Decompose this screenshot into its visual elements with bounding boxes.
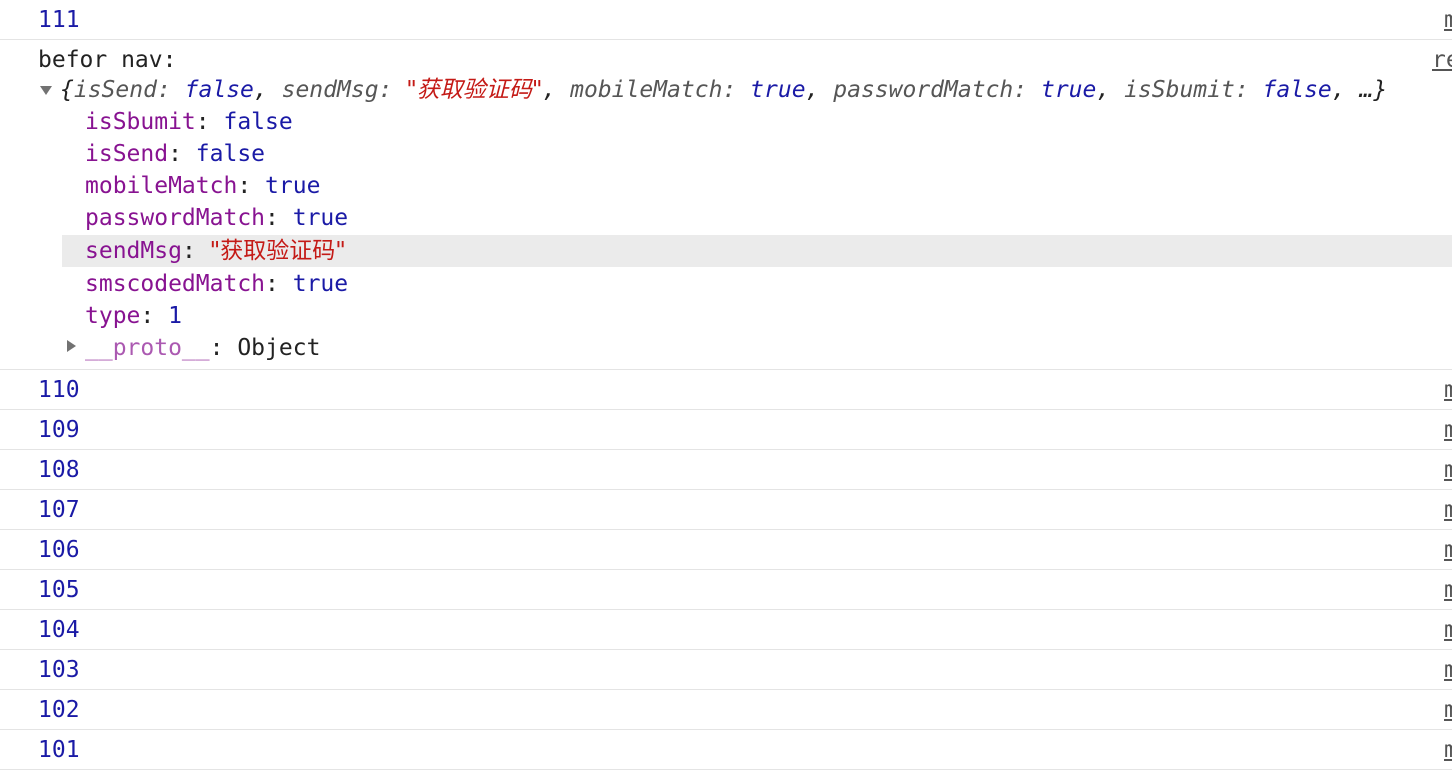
console-message: 111 m [0,0,1452,40]
log-value: 110 [38,376,80,403]
console-panel: 111 m befor nav: re {isSend: false, send… [0,0,1452,770]
log-value: 101 [38,736,80,763]
console-message: 102 m [0,690,1452,730]
console-message: 103 m [0,650,1452,690]
source-link[interactable]: m [1444,656,1452,684]
source-link[interactable]: m [1444,576,1452,604]
preview-ellipsis: …} [1359,77,1388,103]
source-link[interactable]: m [1444,496,1452,524]
property-value: true [265,173,321,199]
property-value: false [223,109,293,135]
property-key: isSbumit [85,109,196,135]
property-key: passwordMatch [85,205,266,231]
property-key: mobileMatch [85,173,238,199]
source-link[interactable]: m [1444,696,1452,724]
property-row[interactable]: smscodedMatch: true [85,270,348,298]
object-preview[interactable]: {isSend: false, sendMsg: "获取验证码", mobile… [60,76,1387,104]
property-value: "获取验证码" [209,238,346,264]
log-value: 102 [38,696,80,723]
source-link[interactable]: m [1444,376,1452,404]
proto-key: __proto__ [85,335,210,361]
property-key: type [85,303,141,329]
log-value: 105 [38,576,80,603]
log-value: 107 [38,496,80,523]
property-key: sendMsg [85,238,182,264]
triangle-down-icon[interactable] [40,86,52,95]
log-value: 109 [38,416,80,443]
log-value: 106 [38,536,80,563]
console-message: 110 m [0,370,1452,410]
property-value: true [292,271,349,297]
console-message: 107 m [0,490,1452,530]
console-message: 109 m [0,410,1452,450]
property-row[interactable]: mobileMatch: true [85,172,320,200]
console-message: 105 m [0,570,1452,610]
preview-key: isSend [73,77,157,103]
preview-value: false [1262,77,1332,103]
property-row[interactable]: isSend: false [85,140,265,168]
source-link[interactable]: m [1444,536,1452,564]
console-message: 101 m [0,730,1452,770]
property-value: true [292,205,349,231]
source-link[interactable]: m [1444,736,1452,764]
console-message: 108 m [0,450,1452,490]
property-value: false [195,141,266,167]
console-message: 106 m [0,530,1452,570]
property-row-highlighted[interactable]: sendMsg: "获取验证码" [85,237,346,265]
log-label: befor nav: [38,47,177,73]
proto-value: Object [237,335,321,361]
log-value: 111 [38,6,80,33]
preview-value: true [1040,77,1097,103]
preview-value: false [184,77,254,103]
source-link[interactable]: m [1444,616,1452,644]
preview-value: true [750,77,806,103]
preview-key: passwordMatch [833,77,1014,103]
preview-key: mobileMatch [570,77,723,103]
triangle-right-icon[interactable] [67,340,76,352]
proto-row[interactable]: __proto__: Object [85,334,320,362]
preview-value: "获取验证码" [406,77,543,103]
preview-key: sendMsg [281,77,379,103]
log-value: 108 [38,456,80,483]
property-key: isSend [85,141,169,167]
preview-key: isSbumit [1124,77,1235,103]
property-value: 1 [168,303,182,329]
source-link[interactable]: re [1432,46,1452,74]
log-value: 104 [38,616,80,643]
log-value: 103 [38,656,80,683]
property-row[interactable]: passwordMatch: true [85,204,348,232]
source-link[interactable]: m [1444,456,1452,484]
property-key: smscodedMatch [85,271,266,297]
source-link[interactable]: m [1444,6,1452,34]
source-link[interactable]: m [1444,416,1452,444]
console-message: 104 m [0,610,1452,650]
property-row[interactable]: type: 1 [85,302,182,330]
property-row[interactable]: isSbumit: false [85,108,293,136]
